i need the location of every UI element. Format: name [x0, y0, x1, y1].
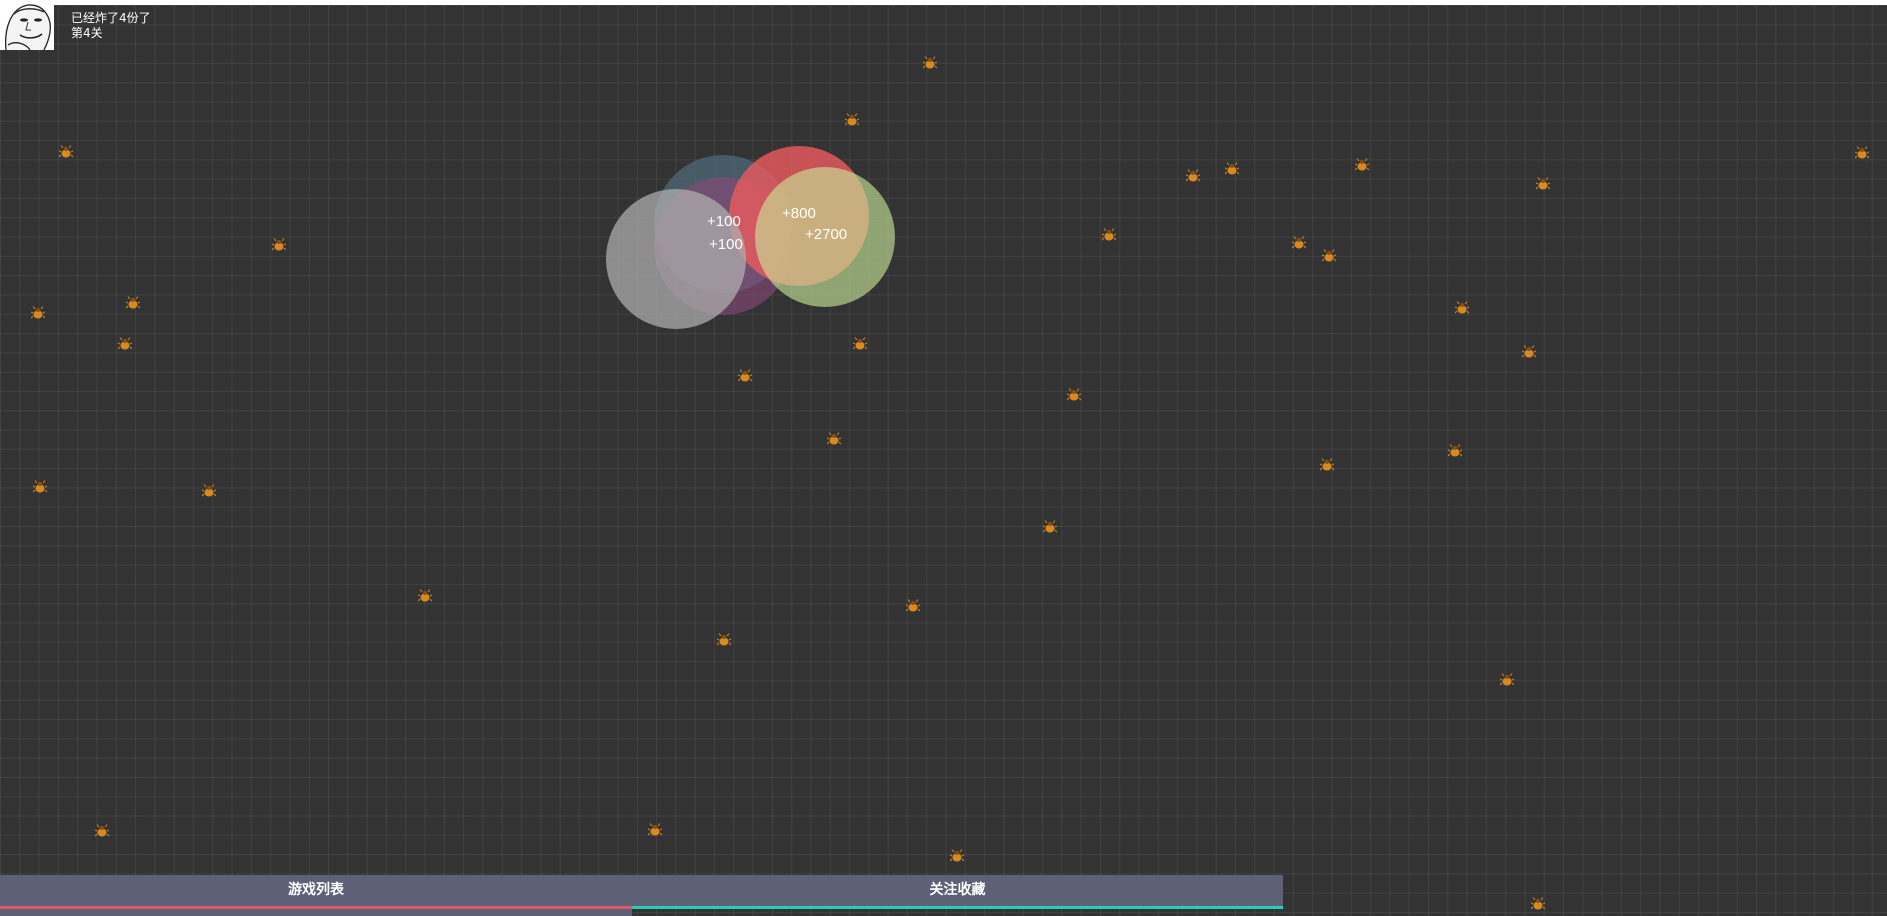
bug-icon[interactable]	[647, 822, 663, 836]
bug-icon[interactable]	[1454, 300, 1470, 314]
bug-icon[interactable]	[1319, 457, 1335, 471]
bug-icon[interactable]	[1291, 235, 1307, 249]
bug-icon[interactable]	[1066, 387, 1082, 401]
bug-icon[interactable]	[32, 479, 48, 493]
score-popup: +2700	[805, 226, 848, 243]
bug-icon[interactable]	[1354, 157, 1370, 171]
bug-icon[interactable]	[125, 295, 141, 309]
bug-icon[interactable]	[1854, 145, 1870, 159]
exploded-count-text: 已经炸了4份了	[71, 11, 151, 25]
score-popup: +100	[707, 213, 741, 230]
explosion-layer	[606, 146, 895, 329]
tab-follow-favorites[interactable]: 关注收藏	[632, 875, 1283, 909]
bug-icon[interactable]	[1521, 344, 1537, 358]
bug-icon[interactable]	[1447, 443, 1463, 457]
bottom-nav: 游戏列表 关注收藏	[0, 875, 1283, 916]
score-popup: +800	[782, 205, 816, 222]
bug-icon[interactable]	[271, 237, 287, 251]
bug-icon[interactable]	[1530, 896, 1546, 910]
tab-game-list[interactable]: 游戏列表	[0, 875, 632, 909]
game-canvas[interactable]: +100 +100 +800 +2700	[0, 5, 1887, 916]
bug-icon[interactable]	[905, 598, 921, 612]
status-panel: 已经炸了4份了 第4关	[71, 11, 151, 41]
bug-icon[interactable]	[1499, 672, 1515, 686]
bug-icon[interactable]	[117, 336, 133, 350]
bug-icon[interactable]	[737, 368, 753, 382]
bug-icon[interactable]	[1535, 176, 1551, 190]
bug-icon[interactable]	[826, 431, 842, 445]
avatar	[0, 0, 54, 50]
bug-icon[interactable]	[94, 823, 110, 837]
bug-icon[interactable]	[852, 336, 868, 350]
bug-icon[interactable]	[1101, 227, 1117, 241]
bug-icon[interactable]	[1185, 168, 1201, 182]
bug-icon[interactable]	[1224, 161, 1240, 175]
bug-icon[interactable]	[201, 483, 217, 497]
meme-face-icon	[0, 0, 54, 50]
bug-icon[interactable]	[58, 144, 74, 158]
bug-icon[interactable]	[949, 848, 965, 862]
bug-icon[interactable]	[922, 55, 938, 69]
score-popup: +100	[709, 236, 743, 253]
tab-underbar	[0, 909, 632, 916]
bug-icon[interactable]	[417, 588, 433, 602]
level-text: 第4关	[71, 26, 103, 40]
bug-icon[interactable]	[30, 305, 46, 319]
bug-icon[interactable]	[844, 112, 860, 126]
bug-icon[interactable]	[1042, 519, 1058, 533]
bug-icon[interactable]	[1321, 248, 1337, 262]
explosion-circle-grey	[606, 189, 746, 329]
bug-icon[interactable]	[716, 632, 732, 646]
